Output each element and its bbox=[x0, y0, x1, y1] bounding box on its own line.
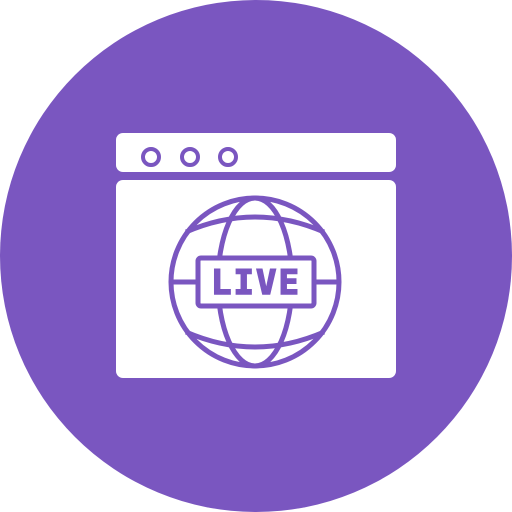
live-badge: LIVE bbox=[195, 255, 317, 309]
live-badge-text: LIVE bbox=[211, 263, 301, 303]
live-browser-icon: LIVE bbox=[0, 0, 512, 512]
icon-svg: LIVE bbox=[0, 0, 512, 512]
